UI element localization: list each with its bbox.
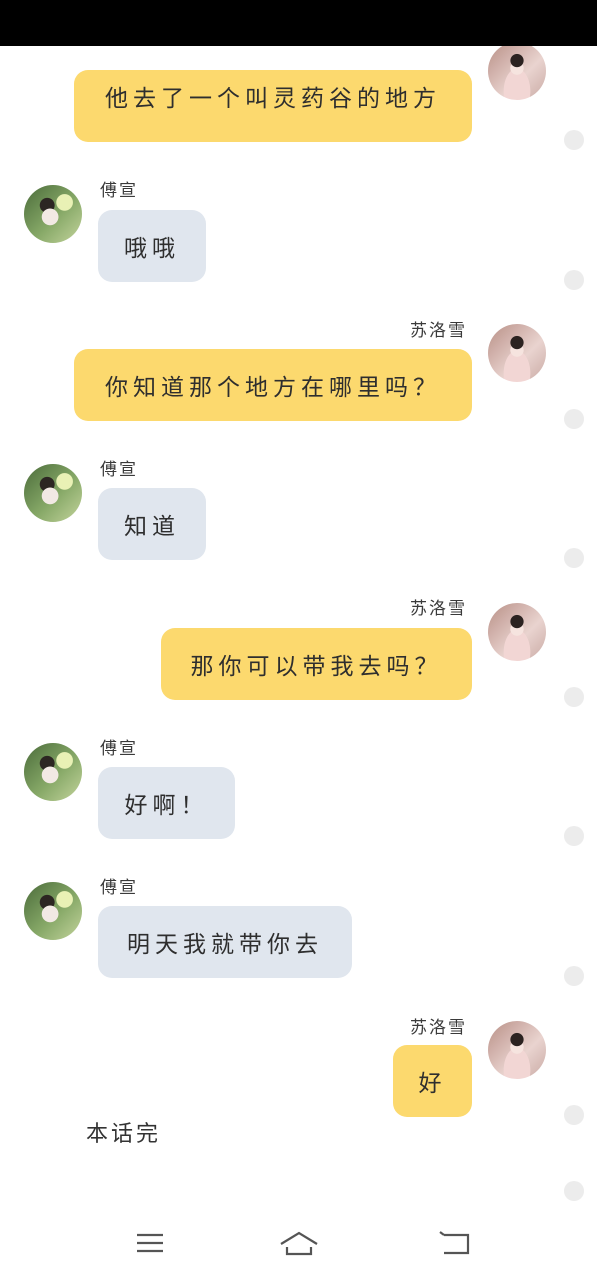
avatar-su-luoxue[interactable] (488, 1021, 546, 1079)
avatar-su-luoxue[interactable] (488, 603, 546, 661)
sender-name: 傅宣 (100, 460, 138, 480)
scroll-dot (564, 687, 584, 707)
avatar-fu-xuan[interactable] (24, 882, 82, 940)
chapter-end-label: 本话完 (86, 1122, 162, 1147)
sender-name: 苏洛雪 (410, 599, 467, 619)
message-text: 他去了一个叫灵药谷的地方 (105, 86, 441, 112)
sender-name: 傅宣 (100, 878, 138, 898)
scroll-dot (564, 966, 584, 986)
avatar-su-luoxue[interactable] (488, 324, 546, 382)
avatar-fu-xuan[interactable] (24, 743, 82, 801)
message-text: 知道 (124, 514, 180, 540)
message-text: 那你可以带我去吗？ (190, 654, 443, 680)
scroll-dot (564, 1181, 584, 1201)
message-text: 好 (418, 1071, 447, 1097)
sender-name: 苏洛雪 (410, 1018, 467, 1038)
avatar-fu-xuan[interactable] (24, 185, 82, 243)
message-text: 明天我就带你去 (127, 932, 323, 958)
sender-name: 傅宣 (100, 181, 138, 201)
scroll-dot (564, 130, 584, 150)
scroll-dot (564, 409, 584, 429)
message-bubble-right: 他去了一个叫灵药谷的地方 (74, 70, 472, 142)
message-text: 好啊！ (124, 793, 209, 819)
back-icon[interactable] (436, 1228, 476, 1258)
sender-name: 苏洛雪 (410, 321, 467, 341)
avatar-fu-xuan[interactable] (24, 464, 82, 522)
status-bar (0, 0, 597, 46)
sender-name: 傅宣 (100, 739, 138, 759)
message-bubble-right: 好 (393, 1045, 472, 1117)
message-bubble-right: 那你可以带我去吗？ (161, 628, 472, 700)
scroll-dot (564, 826, 584, 846)
home-icon[interactable] (278, 1228, 318, 1258)
menu-icon[interactable] (130, 1228, 170, 1258)
system-nav-bar (0, 1210, 597, 1280)
message-bubble-right: 你知道那个地方在哪里吗？ (74, 349, 472, 421)
message-bubble-left: 知道 (98, 488, 206, 560)
message-bubble-left: 好啊！ (98, 767, 235, 839)
scroll-dot (564, 1105, 584, 1125)
message-bubble-left: 哦哦 (98, 210, 206, 282)
chat-area[interactable]: 他去了一个叫灵药谷的地方 傅宣 哦哦 苏洛雪 你知道那个地方在哪里吗？ 傅宣 知… (0, 46, 597, 1210)
message-bubble-left: 明天我就带你去 (98, 906, 352, 978)
scroll-dot (564, 270, 584, 290)
message-text: 你知道那个地方在哪里吗？ (105, 375, 441, 401)
message-text: 哦哦 (124, 236, 180, 262)
scroll-dot (564, 548, 584, 568)
avatar-su-luoxue[interactable] (488, 46, 546, 100)
